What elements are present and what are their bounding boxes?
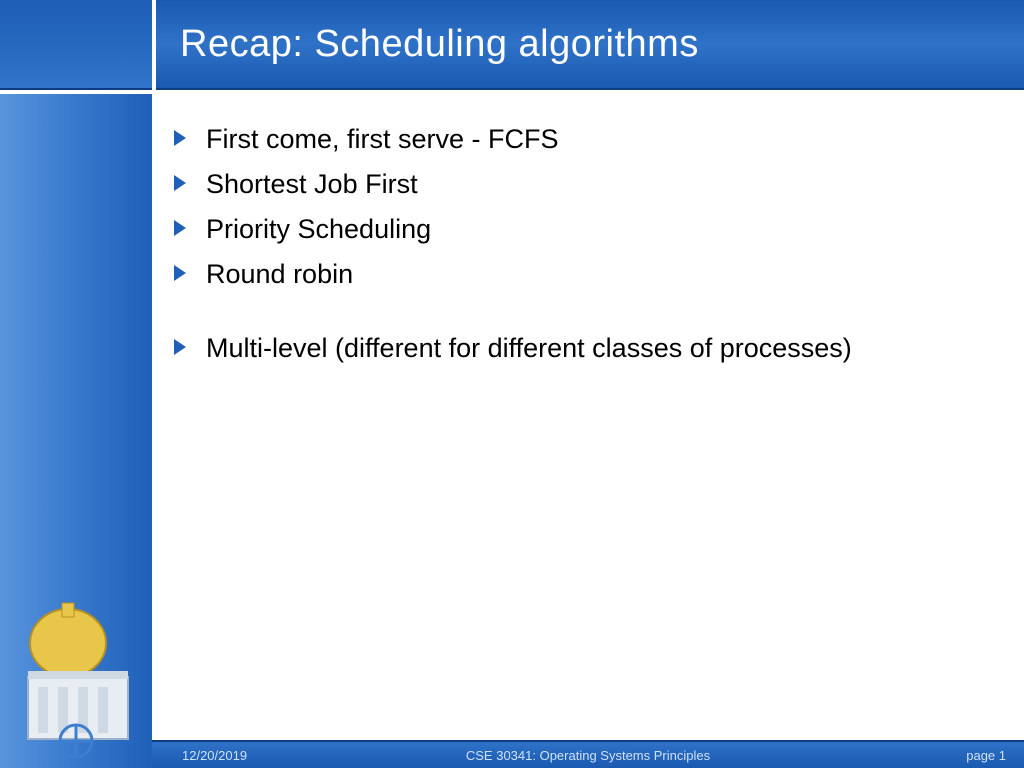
footer-date: 12/20/2019 — [182, 748, 247, 763]
list-item: Round robin — [170, 255, 994, 294]
bullet-list: First come, first serve - FCFS Shortest … — [170, 120, 994, 368]
list-item: Shortest Job First — [170, 165, 994, 204]
list-item: Multi-level (different for different cla… — [170, 329, 994, 368]
footer-page: page 1 — [966, 748, 1006, 763]
bullet-text: Priority Scheduling — [206, 214, 431, 244]
bullet-triangle-icon — [174, 220, 186, 236]
bullet-triangle-icon — [174, 339, 186, 355]
title-bar: Recap: Scheduling algorithms — [152, 0, 1024, 90]
content-area: First come, first serve - FCFS Shortest … — [170, 120, 994, 374]
bullet-text: Round robin — [206, 259, 353, 289]
bullet-triangle-icon — [174, 130, 186, 146]
slide: Recap: Scheduling algorithms First come,… — [0, 0, 1024, 768]
bullet-triangle-icon — [174, 265, 186, 281]
footer-bar: 12/20/2019 CSE 30341: Operating Systems … — [152, 740, 1024, 768]
vertical-separator — [152, 0, 156, 768]
footer-course: CSE 30341: Operating Systems Principles — [152, 748, 1024, 763]
list-item: First come, first serve - FCFS — [170, 120, 994, 159]
bullet-text: First come, first serve - FCFS — [206, 124, 559, 154]
list-item: Priority Scheduling — [170, 210, 994, 249]
slide-title: Recap: Scheduling algorithms — [180, 23, 699, 66]
bullet-triangle-icon — [174, 175, 186, 191]
sidebar-top-tile — [0, 0, 152, 90]
sidebar-gradient — [0, 0, 152, 768]
bullet-text: Multi-level (different for different cla… — [206, 333, 852, 363]
bullet-text: Shortest Job First — [206, 169, 418, 199]
